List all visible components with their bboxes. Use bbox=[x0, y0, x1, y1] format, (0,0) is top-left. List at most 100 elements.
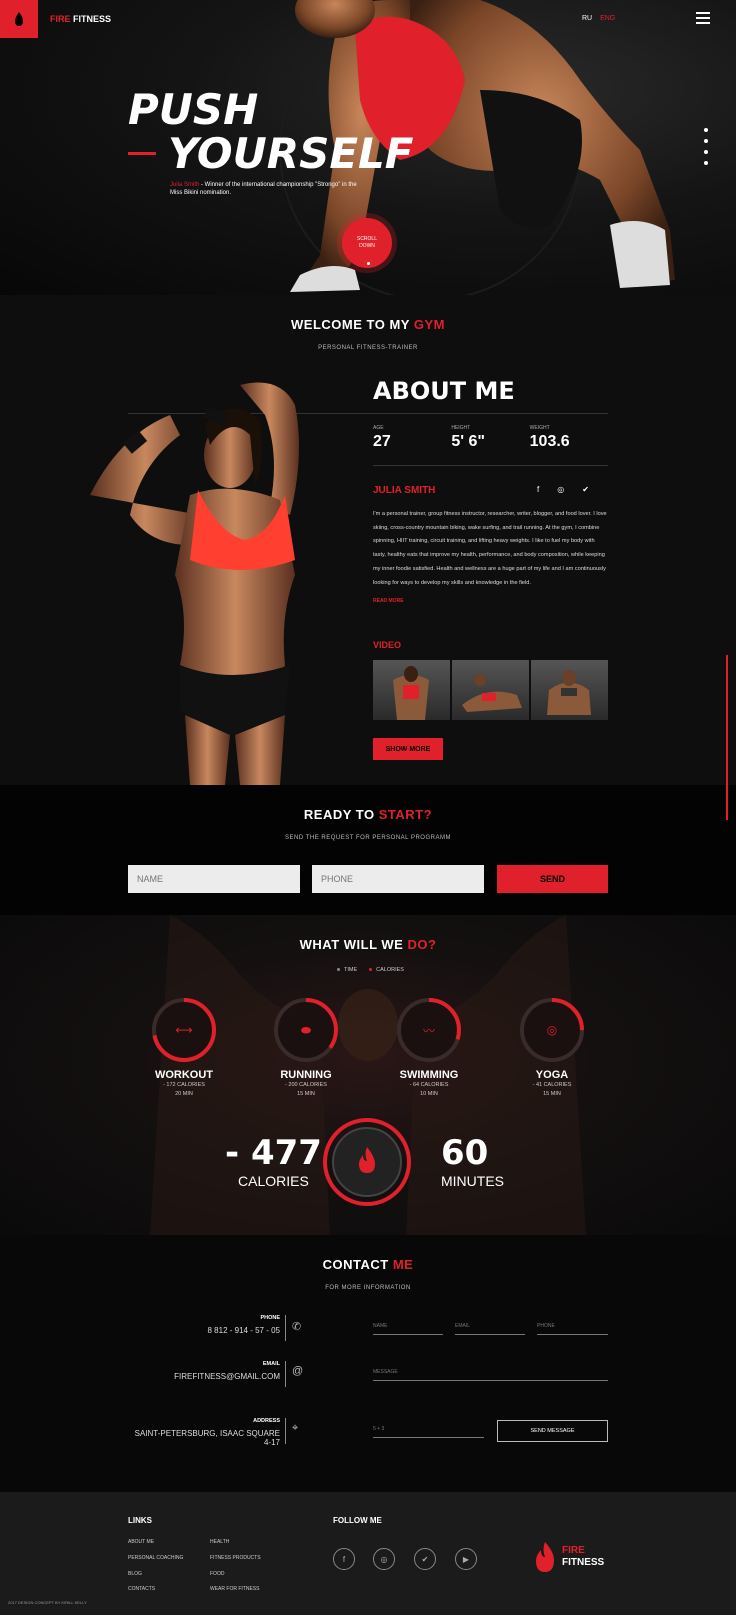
what-title: WHAT WILL WE DO? bbox=[0, 937, 736, 952]
legend-calories-label: CALORIES bbox=[376, 967, 404, 973]
lang-ru[interactable]: RU bbox=[582, 15, 592, 22]
what-title-a: WHAT WILL WE bbox=[299, 937, 408, 952]
form-message-field[interactable]: MESSAGE bbox=[373, 1369, 608, 1381]
activity-name: WORKOUT bbox=[154, 1069, 214, 1081]
activity-name: YOGA bbox=[535, 1069, 569, 1081]
contact-email-label: EMAIL bbox=[262, 1361, 280, 1367]
stat-weight: WEIGHT 103.6 bbox=[530, 425, 608, 451]
legend-time-label: TIME bbox=[344, 967, 358, 973]
scroll-down-button[interactable]: SCROLL DOWN bbox=[342, 218, 392, 268]
logo-flame[interactable] bbox=[0, 0, 38, 38]
scroll-label-1: SCROLL bbox=[356, 236, 377, 242]
total-calories: - 477 bbox=[225, 1133, 322, 1173]
video-thumbnails bbox=[373, 660, 608, 720]
flame-icon bbox=[15, 12, 23, 26]
facebook-icon[interactable]: f bbox=[537, 485, 539, 494]
footer-link[interactable]: FITNESS PRODUCTS bbox=[210, 1555, 261, 1561]
total-minutes-label: MINUTES bbox=[441, 1173, 504, 1189]
instagram-icon[interactable]: ◎ bbox=[373, 1548, 395, 1570]
activity-workout[interactable]: ⟷ WORKOUT - 172 CALORIES 20 MIN bbox=[134, 995, 234, 1099]
activity-minutes: 15 MIN bbox=[543, 1091, 561, 1097]
video-thumbnail[interactable] bbox=[373, 660, 450, 720]
form-phone-field[interactable]: PHONE bbox=[537, 1323, 608, 1335]
footer: LINKS ABOUT ME PERSONAL COACHING BLOG CO… bbox=[0, 1492, 736, 1615]
activities-section: WHAT WILL WE DO? TIME CALORIES ⟷ WORKOUT… bbox=[0, 915, 736, 1235]
footer-link[interactable]: WEAR FOR FITNESS bbox=[210, 1586, 259, 1592]
stat-value: 27 bbox=[373, 433, 391, 450]
what-title-b: DO? bbox=[407, 937, 437, 952]
trainer-name: JULIA SMITH bbox=[373, 485, 436, 496]
stat-value: 5' 6" bbox=[451, 433, 485, 450]
twitter-icon[interactable]: ✔ bbox=[414, 1548, 436, 1570]
divider bbox=[285, 1418, 286, 1444]
slide-nav-dots[interactable] bbox=[704, 128, 710, 172]
welcome-title-b: GYM bbox=[413, 317, 445, 332]
total-minutes: 60 bbox=[441, 1133, 489, 1173]
activity-swimming[interactable]: 〰 SWIMMING - 64 CALORIES 10 MIN bbox=[379, 995, 479, 1099]
stat-age: AGE 27 bbox=[373, 425, 451, 451]
video-thumbnail[interactable] bbox=[531, 660, 608, 720]
footer-link[interactable]: FOOD bbox=[210, 1571, 224, 1577]
brand-name[interactable]: FIRE FITNESS bbox=[50, 14, 111, 24]
send-message-button[interactable]: SEND MESSAGE bbox=[497, 1420, 608, 1442]
hero-title: PUSH YOURSELF bbox=[128, 88, 413, 176]
hero-section: FIRE FITNESS RU ENG PUSH YOURSELF Julia … bbox=[0, 0, 736, 295]
menu-icon[interactable] bbox=[696, 12, 710, 24]
total-ring bbox=[323, 1118, 411, 1206]
footer-link[interactable]: HEALTH bbox=[210, 1539, 229, 1545]
activity-calories: - 172 CALORIES bbox=[163, 1082, 205, 1088]
read-more-link[interactable]: READ MORE bbox=[373, 598, 404, 604]
sneaker-icon: ⬬ bbox=[300, 1022, 312, 1037]
activity-calories: - 41 CALORIES bbox=[532, 1082, 572, 1088]
contact-title: CONTACT ME bbox=[0, 1257, 736, 1272]
footer-link[interactable]: ABOUT ME bbox=[128, 1539, 154, 1545]
contact-address: ADDRESS SAINT-PETERSBURG, ISAAC SQUARE 4… bbox=[130, 1418, 280, 1447]
ready-title-b: START? bbox=[378, 807, 433, 822]
phone-input[interactable] bbox=[312, 865, 484, 893]
legend-calories: CALORIES bbox=[369, 967, 404, 973]
twitter-icon[interactable]: ✔ bbox=[582, 485, 589, 494]
contact-phone: PHONE 8 812 - 914 - 57 - 05 bbox=[130, 1315, 281, 1335]
footer-link[interactable]: PERSONAL COACHING bbox=[128, 1555, 183, 1561]
send-button[interactable]: SEND bbox=[497, 865, 608, 893]
instagram-icon[interactable]: ◎ bbox=[557, 485, 564, 494]
contact-address-label: ADDRESS bbox=[253, 1418, 280, 1424]
footer-link[interactable]: CONTACTS bbox=[128, 1586, 155, 1592]
trainer-photo bbox=[90, 382, 299, 785]
lang-eng[interactable]: ENG bbox=[600, 15, 615, 22]
location-pin-icon: ⌖ bbox=[292, 1422, 299, 1434]
scrollbar-thumb[interactable] bbox=[726, 655, 728, 820]
divider bbox=[285, 1361, 286, 1387]
show-more-button[interactable]: SHOW MORE bbox=[373, 738, 443, 760]
form-email-field[interactable]: EMAIL bbox=[455, 1323, 525, 1335]
welcome-title-a: WELCOME TO MY bbox=[291, 317, 414, 332]
activity-minutes: 20 MIN bbox=[175, 1091, 193, 1097]
footer-logo-fitness: FITNESS bbox=[562, 1557, 605, 1568]
follow-heading: FOLLOW ME bbox=[333, 1516, 382, 1525]
activity-calories: - 64 CALORIES bbox=[409, 1082, 449, 1088]
about-section: WELCOME TO MY GYM PERSONAL FITNESS-TRAIN… bbox=[0, 295, 736, 785]
hero-title-line2: YOURSELF bbox=[168, 129, 414, 178]
youtube-icon[interactable]: ▶ bbox=[455, 1548, 477, 1570]
video-thumbnail[interactable] bbox=[452, 660, 529, 720]
footer-logo[interactable]: FIRE FITNESS bbox=[534, 1542, 604, 1572]
activity-yoga[interactable]: ◎ YOGA - 41 CALORIES 15 MIN bbox=[502, 995, 602, 1099]
form-captcha-field[interactable]: 5 + 3 bbox=[373, 1426, 484, 1438]
contact-email: EMAIL FIREFITNESS@GMAIL.COM bbox=[130, 1361, 280, 1381]
footer-link[interactable]: BLOG bbox=[128, 1571, 142, 1577]
activity-minutes: 10 MIN bbox=[420, 1091, 438, 1097]
progress-ring: ⟷ bbox=[149, 995, 219, 1065]
facebook-icon[interactable]: f bbox=[333, 1548, 355, 1570]
activity-calories: - 200 CALORIES bbox=[285, 1082, 327, 1088]
legend-time: TIME bbox=[337, 967, 357, 973]
activity-running[interactable]: ⬬ RUNNING - 200 CALORIES 15 MIN bbox=[256, 995, 356, 1099]
name-input[interactable] bbox=[128, 865, 300, 893]
language-switch: RU ENG bbox=[582, 15, 621, 22]
contact-title-a: CONTACT bbox=[322, 1257, 393, 1272]
stat-label: HEIGHT bbox=[451, 425, 471, 431]
contact-phone-value: 8 812 - 914 - 57 - 05 bbox=[207, 1326, 281, 1335]
activity-minutes: 15 MIN bbox=[297, 1091, 315, 1097]
hero-subtitle: Julia Smith - Winner of the internationa… bbox=[170, 181, 360, 197]
form-name-field[interactable]: NAME bbox=[373, 1323, 443, 1335]
hero-sub-name: Julia Smith bbox=[170, 182, 200, 188]
